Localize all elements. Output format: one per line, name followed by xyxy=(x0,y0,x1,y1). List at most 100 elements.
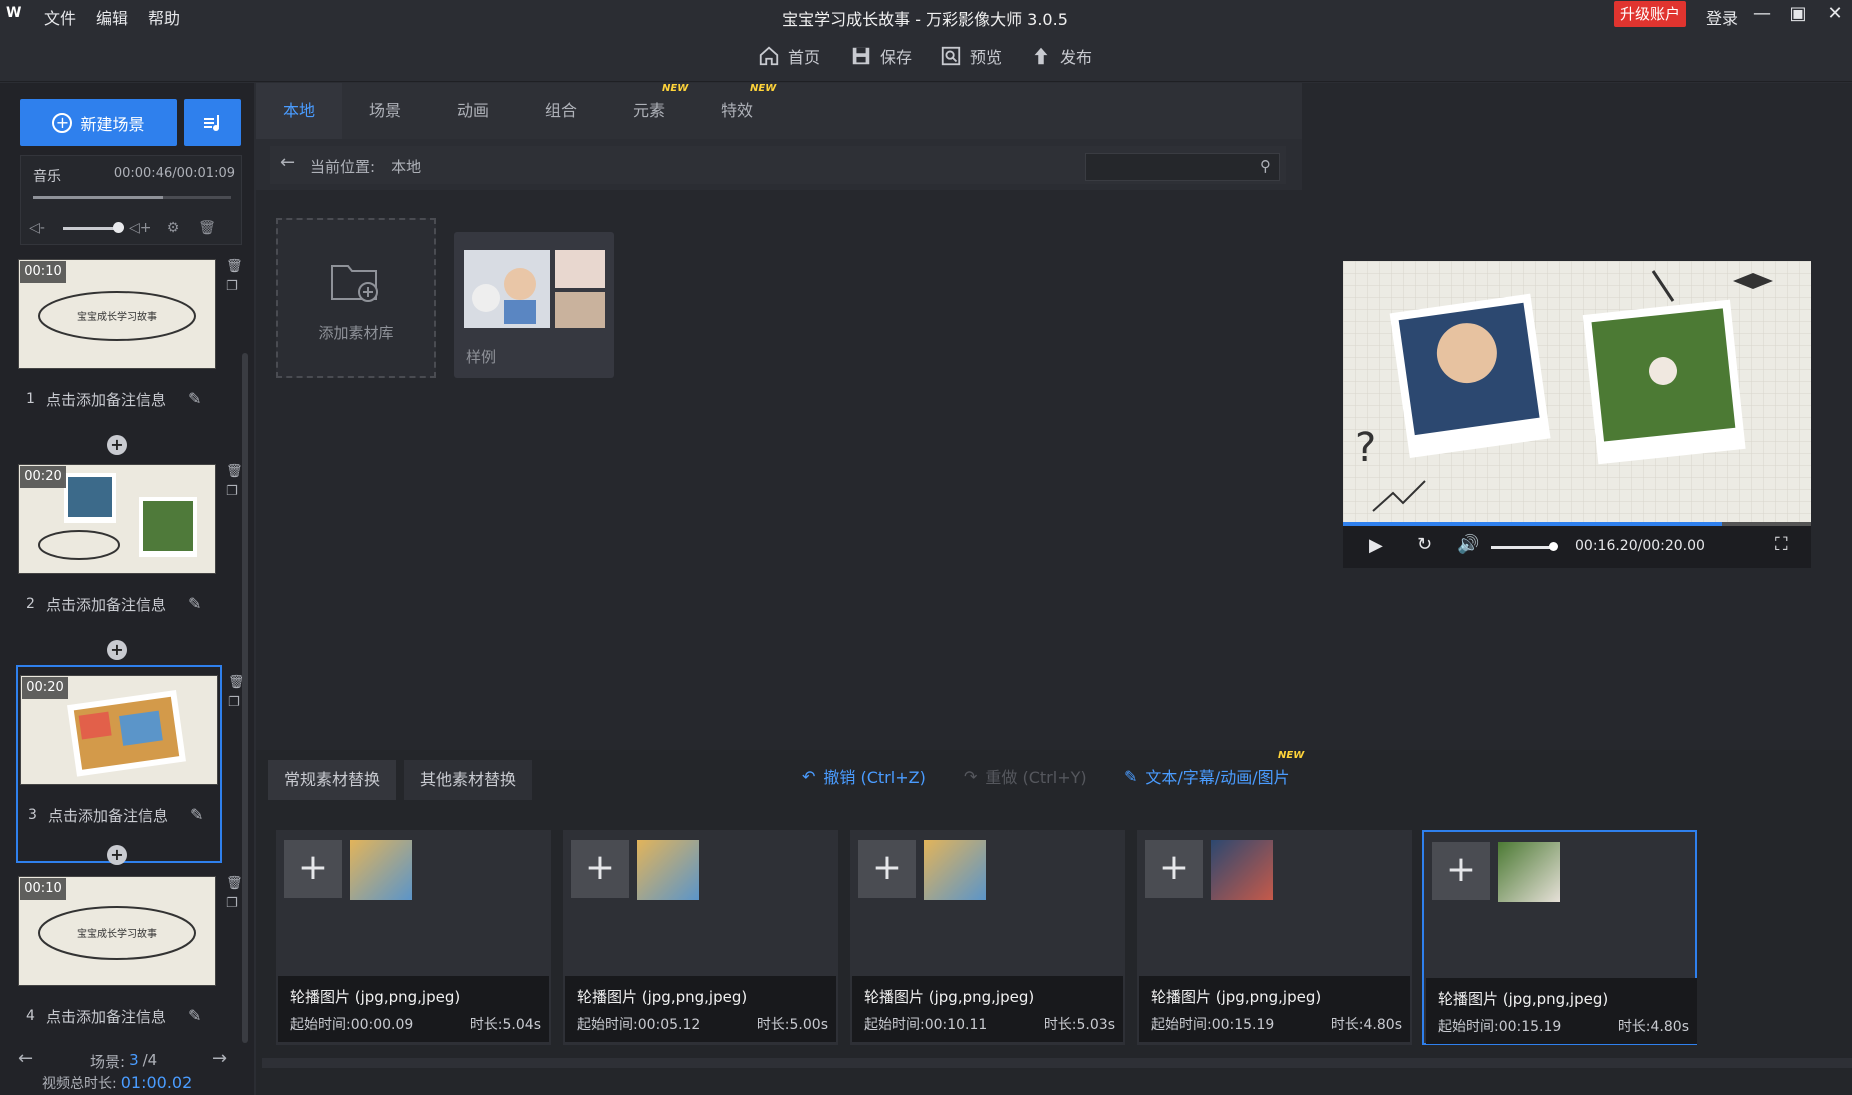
copy-icon[interactable]: ❐ xyxy=(226,894,243,914)
replay-icon[interactable]: ↻ xyxy=(1417,534,1432,555)
replace-card-1[interactable]: + 轮播图片 (jpg,png,jpeg) 起始时间:00:00.09 时长:5… xyxy=(276,830,551,1045)
music-progress[interactable] xyxy=(33,196,231,199)
trash-icon[interactable]: 🗑 xyxy=(226,257,243,277)
scene-card-3[interactable]: 00:20 3 点击添加备注信息 ✎ 🗑 ❐ xyxy=(16,665,245,863)
cards-scrollbar[interactable] xyxy=(262,1058,1852,1068)
save-button[interactable]: 保存 xyxy=(850,44,912,68)
add-media-button[interactable]: + xyxy=(571,840,629,898)
add-media-button[interactable]: + xyxy=(858,840,916,898)
tab-regular-replace[interactable]: 常规素材替换 xyxy=(268,760,397,800)
scene-note[interactable]: 点击添加备注信息 xyxy=(46,594,166,615)
add-scene-icon[interactable]: + xyxy=(107,845,127,865)
gear-icon[interactable]: ⚙ xyxy=(163,218,183,238)
add-media-button[interactable]: + xyxy=(1145,840,1203,898)
add-media-button[interactable]: + xyxy=(1432,842,1490,900)
card-duration: 时长:4.80s xyxy=(1617,1019,1689,1035)
folder-add-icon xyxy=(331,265,378,302)
copy-icon[interactable]: ❐ xyxy=(226,277,243,297)
sample-photo-art xyxy=(472,268,536,324)
close-icon[interactable]: ✕ xyxy=(1820,2,1850,28)
undo-button[interactable]: ↶ 撤销 (Ctrl+Z) xyxy=(802,764,926,788)
add-scene-icon[interactable]: + xyxy=(107,640,127,660)
add-library-button[interactable]: 添加素材库 xyxy=(276,218,436,378)
publish-button[interactable]: 发布 xyxy=(1030,44,1092,68)
play-icon[interactable]: ▶ xyxy=(1369,535,1383,556)
tab-scene[interactable]: 场景 xyxy=(342,83,428,139)
tab-combo[interactable]: 组合 xyxy=(518,83,604,139)
location-label: 当前位置: xyxy=(310,158,376,176)
search-icon[interactable]: ⚲ xyxy=(1260,157,1271,175)
preview-label: 预览 xyxy=(970,48,1003,67)
scene-card-2[interactable]: 00:20 2 点击添加备注信息 ✎ 🗑 ❐ xyxy=(16,456,243,654)
preview-button[interactable]: 预览 xyxy=(940,44,1002,68)
total-duration-value: 01:00.02 xyxy=(120,1073,193,1092)
tab-local[interactable]: 本地 xyxy=(256,83,342,139)
scene-panel: + 新建场景 音乐 00:00:46/00:01:09 ◁- ◁+ ⚙ 🗑 宝宝… xyxy=(0,83,254,1095)
volume-up-icon[interactable]: ◁+ xyxy=(129,218,152,238)
card-footer: 轮播图片 (jpg,png,jpeg) 起始时间:00:15.19 时长:4.8… xyxy=(1426,978,1697,1044)
replace-card-5[interactable]: + 轮播图片 (jpg,png,jpeg) 起始时间:00:15.19 时长:4… xyxy=(1422,830,1697,1045)
player-volume-knob[interactable] xyxy=(1549,542,1558,551)
volume-down-icon[interactable]: ◁- xyxy=(27,218,47,238)
home-button[interactable]: 首页 xyxy=(758,44,820,68)
edit-icon[interactable]: ✎ xyxy=(190,805,203,824)
replace-card-3[interactable]: + 轮播图片 (jpg,png,jpeg) 起始时间:00:10.11 时长:5… xyxy=(850,830,1125,1045)
card-footer: 轮播图片 (jpg,png,jpeg) 起始时间:00:00.09 时长:5.0… xyxy=(278,976,549,1042)
maximize-icon[interactable]: ▣ xyxy=(1783,2,1813,28)
trash-icon[interactable]: 🗑 xyxy=(197,218,217,238)
library-tabs: 本地 场景 动画 组合 元素 NEW 特效 NEW xyxy=(256,83,1302,139)
card-footer: 轮播图片 (jpg,png,jpeg) 起始时间:00:05.12 时长:5.0… xyxy=(565,976,836,1042)
add-scene-icon[interactable]: + xyxy=(107,435,127,455)
scene-note[interactable]: 点击添加备注信息 xyxy=(46,389,166,410)
edit-icon[interactable]: ✎ xyxy=(188,594,201,613)
search-input[interactable]: ⚲ xyxy=(1085,153,1280,181)
menu-help[interactable]: 帮助 xyxy=(148,5,180,29)
save-label: 保存 xyxy=(880,48,913,67)
edit-icon[interactable]: ✎ xyxy=(188,389,201,408)
volume-icon[interactable]: 🔊 xyxy=(1457,534,1479,555)
scene-note[interactable]: 点击添加备注信息 xyxy=(46,1006,166,1027)
sample-label: 样例 xyxy=(466,348,497,366)
scene-card-4[interactable]: 宝宝成长学习故事 00:10 4 点击添加备注信息 ✎ 🗑 ❐ xyxy=(16,868,243,1066)
scene-scrollbar[interactable] xyxy=(242,353,248,1043)
home-icon xyxy=(759,46,779,66)
tab-other-replace[interactable]: 其他素材替换 xyxy=(404,760,533,800)
media-thumbnail xyxy=(350,840,412,900)
back-arrow-icon[interactable]: ← xyxy=(280,152,295,173)
upgrade-button[interactable]: 升级账户 xyxy=(1614,1,1686,27)
scene-side-actions: 🗑 ❐ xyxy=(226,257,243,297)
scene-note[interactable]: 点击添加备注信息 xyxy=(48,805,168,826)
replace-card-4[interactable]: + 轮播图片 (jpg,png,jpeg) 起始时间:00:15.19 时长:4… xyxy=(1137,830,1412,1045)
arrow-left-icon[interactable]: ← xyxy=(18,1048,33,1069)
scene-side-actions: 🗑 ❐ xyxy=(226,462,243,502)
new-scene-button[interactable]: + 新建场景 xyxy=(20,99,177,146)
media-thumbnail xyxy=(637,840,699,900)
card-footer: 轮播图片 (jpg,png,jpeg) 起始时间:00:15.19 时长:4.8… xyxy=(1139,976,1410,1042)
menu-edit[interactable]: 编辑 xyxy=(96,5,128,29)
scene-card-1[interactable]: 宝宝成长学习故事 00:10 1 点击添加备注信息 ✎ 🗑 ❐ xyxy=(16,251,243,449)
minimize-icon[interactable]: — xyxy=(1747,2,1777,28)
trash-icon[interactable]: 🗑 xyxy=(226,462,243,482)
location-text: 当前位置: 本地 xyxy=(310,156,421,177)
player-volume-slider[interactable] xyxy=(1491,546,1553,549)
app-logo: W xyxy=(6,5,21,21)
replace-card-2[interactable]: + 轮播图片 (jpg,png,jpeg) 起始时间:00:05.12 时长:5… xyxy=(563,830,838,1045)
tab-animation[interactable]: 动画 xyxy=(430,83,516,139)
text-edit-button[interactable]: ✎ 文本/字幕/动画/图片 xyxy=(1124,764,1290,788)
arrow-right-icon[interactable]: → xyxy=(212,1048,227,1069)
trash-icon[interactable]: 🗑 xyxy=(226,874,243,894)
sample-folder[interactable]: 样例 xyxy=(454,232,614,378)
copy-icon[interactable]: ❐ xyxy=(226,482,243,502)
add-media-button[interactable]: + xyxy=(284,840,342,898)
media-thumbnail xyxy=(1211,840,1273,900)
menu-file[interactable]: 文件 xyxy=(44,5,76,29)
video-preview[interactable]: ? xyxy=(1343,261,1811,526)
undo-icon: ↶ xyxy=(802,766,816,786)
redo-button[interactable]: ↷ 重做 (Ctrl+Y) xyxy=(964,764,1087,788)
edit-icon[interactable]: ✎ xyxy=(188,1006,201,1025)
login-link[interactable]: 登录 xyxy=(1706,5,1738,29)
fullscreen-icon[interactable]: ⛶ xyxy=(1775,534,1788,555)
music-volume-knob[interactable] xyxy=(113,222,124,233)
svg-text:宝宝成长学习故事: 宝宝成长学习故事 xyxy=(77,927,157,940)
scene-list-button[interactable] xyxy=(184,99,241,146)
